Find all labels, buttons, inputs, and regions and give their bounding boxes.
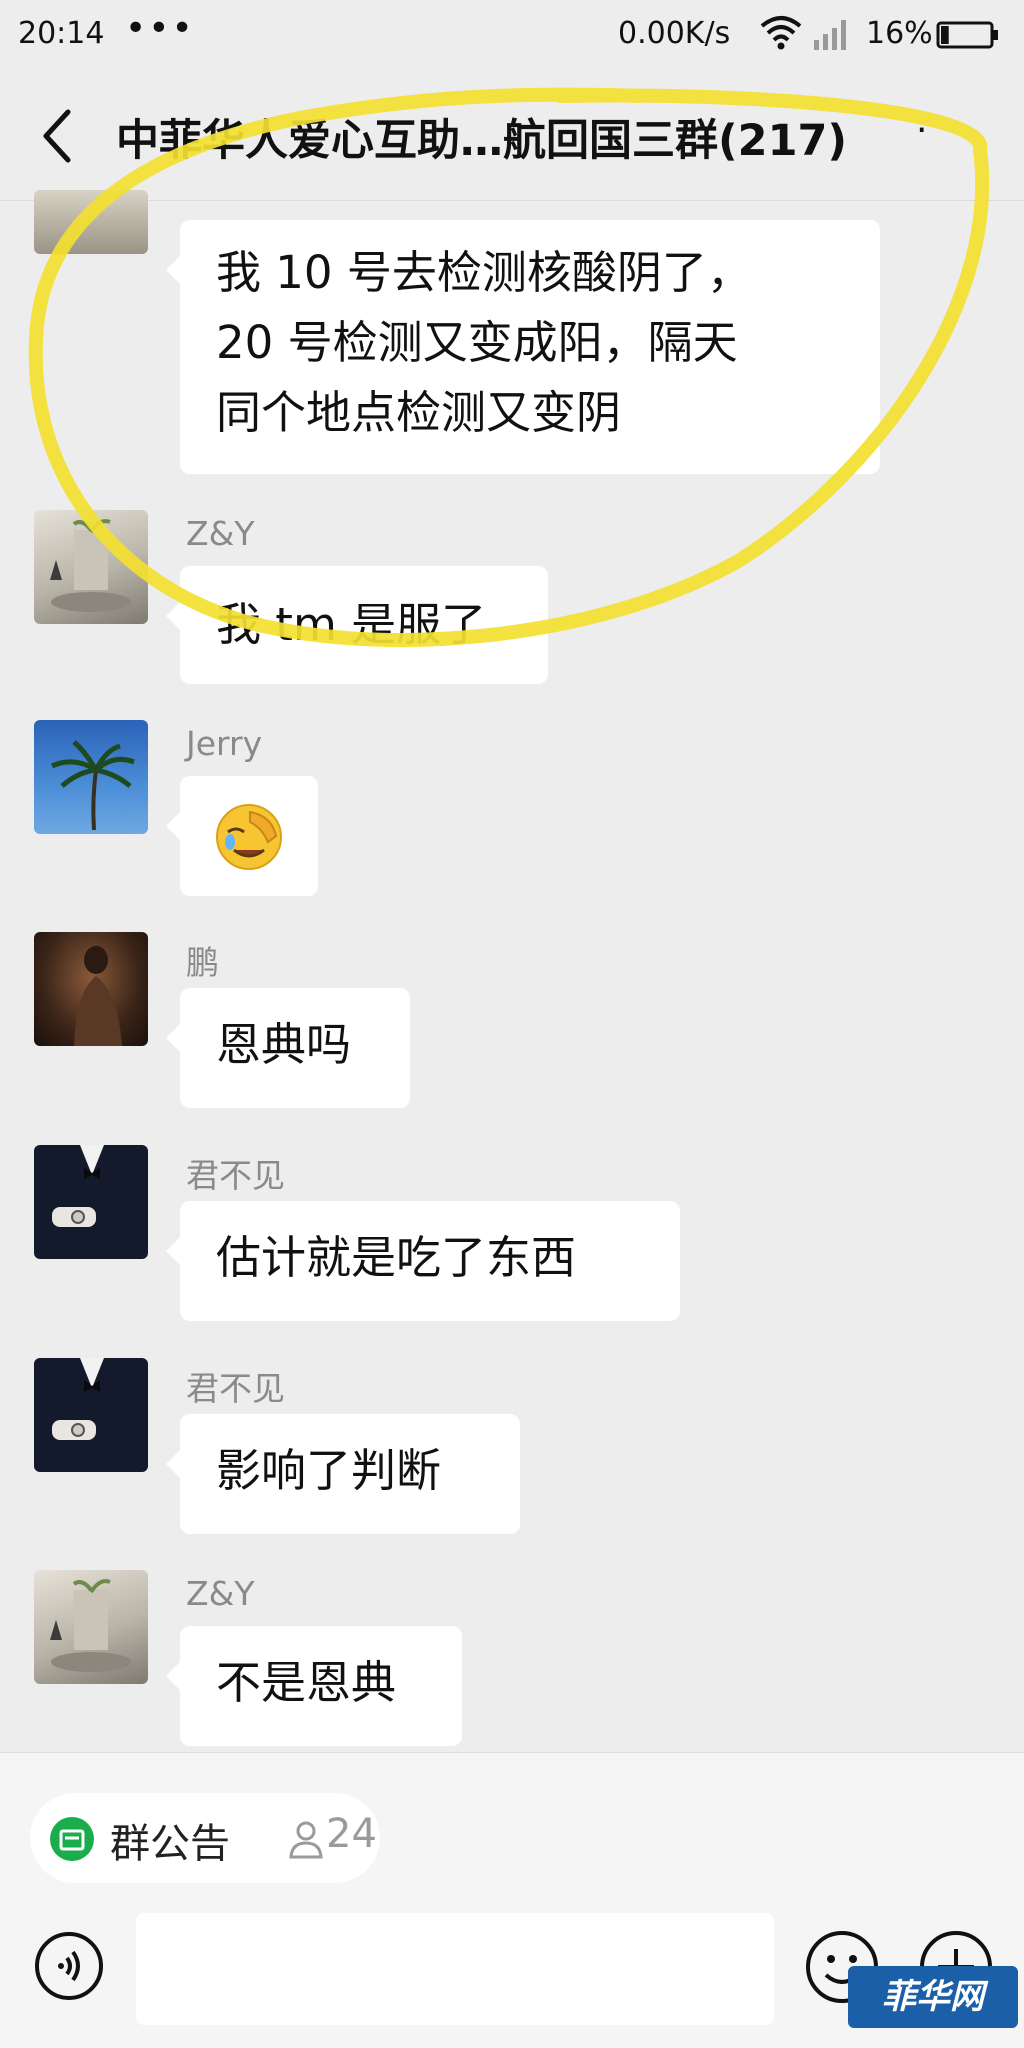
group-notice-chip[interactable]: 群公告 24: [30, 1793, 380, 1883]
message-line: 估计就是吃了东西: [216, 1231, 577, 1284]
more-menu[interactable]: ·: [916, 110, 927, 151]
sender-name: 君不见: [186, 1156, 285, 1195]
chat-header: 中菲华人爱心互助…航回国三群(217) ·: [0, 70, 1024, 201]
message-line: 不是恩典: [216, 1656, 397, 1709]
status-bar: 20:14 ••• 0.00K/s 16%: [0, 0, 1024, 70]
notification-dots: •••: [125, 8, 195, 49]
message-bubble[interactable]: 影响了判断: [166, 1414, 520, 1534]
person-silhouette-icon: [74, 946, 122, 1046]
signal-icon: [814, 20, 846, 50]
message-bubble[interactable]: 估计就是吃了东西: [166, 1201, 680, 1321]
site-watermark: 菲华网: [848, 1966, 1018, 2028]
notice-count: 24: [326, 1811, 377, 1857]
message-bubble[interactable]: 恩典吗: [166, 988, 410, 1108]
voice-icon[interactable]: [34, 1931, 104, 2001]
battery-percent: 16%: [866, 16, 933, 51]
message-line: 影响了判断: [216, 1444, 442, 1497]
notice-label: 群公告: [110, 1821, 230, 1867]
message-line: 恩典吗: [216, 1018, 352, 1071]
wifi-icon: [760, 16, 802, 50]
message-input[interactable]: [136, 1913, 774, 2025]
plant-avatar-icon: [50, 1579, 131, 1672]
chat-screen: 20:14 ••• 0.00K/s 16% 中菲华人爱心互助…航回国三群(217…: [0, 0, 1024, 2048]
message-line: 我 10 号去检测核酸阴了，: [216, 246, 752, 299]
message-bubble[interactable]: 我 tm 是服了: [166, 566, 548, 684]
message-bubble[interactable]: 我 10 号去检测核酸阴了， 20 号检测又变成阳，隔天 同个地点检测又变阴: [166, 220, 880, 474]
tuxedo-avatar-icon: [52, 1145, 104, 1227]
avatar[interactable]: [34, 932, 148, 1046]
avatar[interactable]: [34, 510, 148, 624]
avatar[interactable]: [34, 190, 148, 254]
battery-icon: [936, 21, 998, 49]
palm-tree-icon: [50, 740, 135, 831]
sender-name: Jerry: [186, 724, 263, 763]
notice-icon: [50, 1817, 94, 1861]
message-line: 同个地点检测又变阴: [216, 386, 622, 439]
message-line: 20 号检测又变成阳，隔天: [216, 316, 738, 369]
avatar[interactable]: [34, 1145, 148, 1259]
tuxedo-avatar-icon: [52, 1358, 104, 1440]
avatar[interactable]: [34, 1358, 148, 1472]
facepalm-emoji-icon: [216, 804, 282, 870]
chat-title[interactable]: 中菲华人爱心互助…航回国三群(217): [116, 106, 847, 168]
avatar[interactable]: [34, 1570, 148, 1684]
avatar[interactable]: [34, 720, 148, 834]
back-arrow-icon[interactable]: [36, 106, 80, 166]
status-time: 20:14: [18, 16, 105, 51]
sender-name: Z&Y: [186, 1574, 255, 1613]
person-icon: [289, 1821, 323, 1859]
sender-name: 鹏: [186, 943, 219, 982]
plant-avatar-icon: [50, 519, 131, 612]
message-line: 我 tm 是服了: [216, 598, 487, 651]
message-bubble[interactable]: 不是恩典: [166, 1626, 462, 1746]
sender-name: 君不见: [186, 1369, 285, 1408]
sender-name: Z&Y: [186, 514, 255, 553]
message-bubble[interactable]: [166, 776, 318, 896]
network-speed: 0.00K/s: [618, 16, 731, 51]
